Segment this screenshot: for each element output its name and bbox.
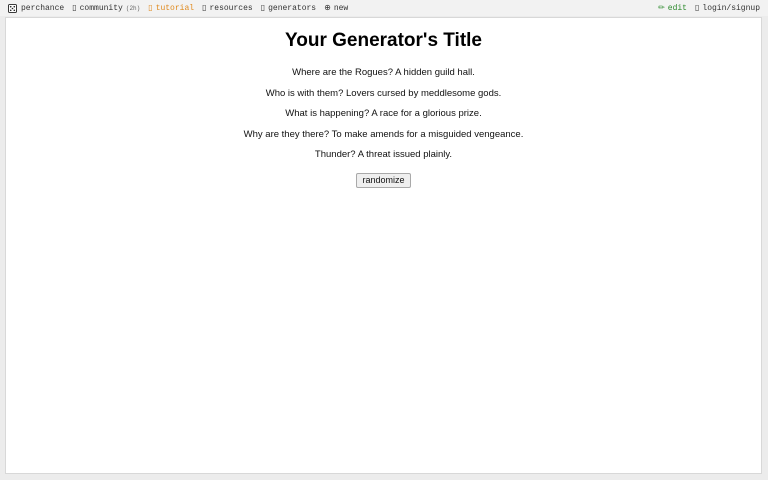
nav-perchance-label: perchance: [21, 3, 65, 13]
nav-generators-label: generators: [268, 3, 317, 13]
nav-new-label: new: [333, 3, 349, 13]
output-line-who: Who is with them? Lovers cursed by meddl…: [265, 87, 502, 99]
resources-icon: ▯: [202, 3, 207, 12]
nav-community-label: community: [79, 3, 123, 13]
nav-resources-label: resources: [209, 3, 253, 13]
output-line-what: What is happening? A race for a glorious…: [285, 108, 482, 119]
nav-perchance-link[interactable]: perchance: [8, 4, 64, 13]
output-lines: Where are the Rogues? A hidden guild hal…: [6, 67, 761, 170]
nav-right: ✏ edit ▯ login/signup: [650, 0, 760, 16]
page-title: Your Generator's Title: [284, 30, 483, 51]
list-icon: ▯: [260, 3, 266, 12]
nav-tutorial-link[interactable]: ▯ tutorial: [148, 4, 194, 13]
user-icon: ▯: [694, 3, 700, 12]
nav-edit-link[interactable]: ✏ edit: [658, 4, 687, 13]
nav-login-link[interactable]: ▯ login/signup: [695, 4, 760, 13]
top-navigation-bar: perchance ▯ community (2h) ▯ tutorial ▯ …: [0, 0, 768, 16]
die-icon: [8, 3, 17, 13]
nav-left: perchance ▯ community (2h) ▯ tutorial ▯ …: [8, 0, 356, 16]
pencil-icon: ✏: [658, 3, 665, 12]
chat-icon: ▯: [72, 3, 77, 12]
nav-new-link[interactable]: ⊕ new: [324, 4, 348, 13]
output-line-thunder: Thunder? A threat issued plainly.: [314, 149, 453, 160]
generator-output-panel: Your Generator's Title Where are the Rog…: [5, 17, 762, 474]
plus-circle-icon: ⊕: [324, 3, 331, 12]
nav-edit-label: edit: [667, 3, 687, 13]
nav-tutorial-label: tutorial: [155, 3, 195, 13]
randomize-button[interactable]: randomize: [356, 172, 411, 188]
output-line-where: Where are the Rogues? A hidden guild hal…: [292, 67, 475, 78]
nav-generators-link[interactable]: ▯ generators: [261, 4, 316, 13]
book-icon: ▯: [148, 3, 153, 12]
nav-login-label: login/signup: [702, 3, 760, 13]
nav-community-link[interactable]: ▯ community (2h): [72, 4, 140, 13]
nav-resources-link[interactable]: ▯ resources: [202, 4, 253, 13]
output-line-why: Why are they there? To make amends for a…: [243, 128, 524, 140]
community-activity-badge: (2h): [125, 4, 141, 12]
